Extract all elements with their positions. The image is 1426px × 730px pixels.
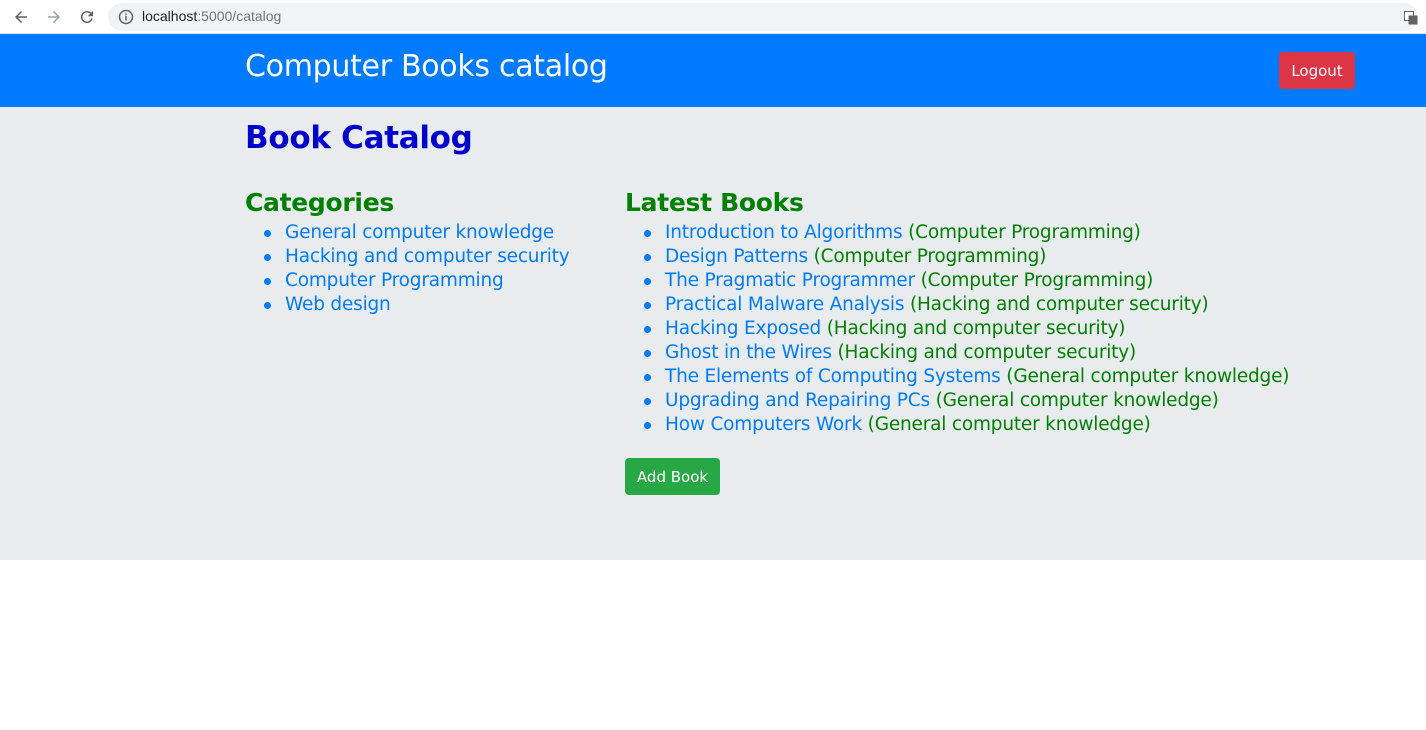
category-link[interactable]: Hacking and computer security xyxy=(285,246,570,267)
category-item: General computer knowledge xyxy=(245,221,615,245)
book-category: (Computer Programming) xyxy=(813,246,1047,267)
page-heading: Book Catalog xyxy=(245,120,473,156)
book-link[interactable]: Upgrading and Repairing PCs xyxy=(665,390,930,411)
book-item: The Pragmatic Programmer (Computer Progr… xyxy=(625,269,1385,293)
book-item: Ghost in the Wires (Hacking and computer… xyxy=(625,341,1385,365)
back-arrow-icon[interactable] xyxy=(9,5,33,29)
category-link[interactable]: Computer Programming xyxy=(285,270,504,291)
category-link[interactable]: General computer knowledge xyxy=(285,222,554,243)
latest-books-heading: Latest Books xyxy=(625,188,804,217)
book-link[interactable]: How Computers Work xyxy=(665,414,862,435)
book-link[interactable]: Ghost in the Wires xyxy=(665,342,832,363)
book-item: The Elements of Computing Systems (Gener… xyxy=(625,365,1385,389)
latest-books-list: Introduction to Algorithms (Computer Pro… xyxy=(625,221,1385,437)
logout-button[interactable]: Logout xyxy=(1279,52,1355,89)
url-path: :5000/catalog xyxy=(197,8,282,24)
book-category: (General computer knowledge) xyxy=(935,390,1219,411)
add-book-button[interactable]: Add Book xyxy=(625,458,720,495)
book-item: Practical Malware Analysis (Hacking and … xyxy=(625,293,1385,317)
categories-list: General computer knowledge Hacking and c… xyxy=(245,221,615,317)
book-item: Hacking Exposed (Hacking and computer se… xyxy=(625,317,1385,341)
book-category: (Hacking and computer security) xyxy=(909,294,1209,315)
latest-books-column: Latest Books Introduction to Algorithms … xyxy=(625,186,1385,495)
book-link[interactable]: Introduction to Algorithms xyxy=(665,222,903,243)
book-category: (Hacking and computer security) xyxy=(826,318,1126,339)
book-item: Design Patterns (Computer Programming) xyxy=(625,245,1385,269)
book-category: (General computer knowledge) xyxy=(1006,366,1290,387)
translate-icon[interactable] xyxy=(1404,11,1418,25)
book-item: Upgrading and Repairing PCs (General com… xyxy=(625,389,1385,413)
site-header: Computer Books catalog Logout xyxy=(0,34,1426,107)
book-link[interactable]: Hacking Exposed xyxy=(665,318,821,339)
categories-column: Categories General computer knowledge Ha… xyxy=(245,186,615,317)
book-category: (General computer knowledge) xyxy=(867,414,1151,435)
book-link[interactable]: Design Patterns xyxy=(665,246,808,267)
book-item: How Computers Work (General computer kno… xyxy=(625,413,1385,437)
main-content: Book Catalog Categories General computer… xyxy=(0,107,1426,560)
book-item: Introduction to Algorithms (Computer Pro… xyxy=(625,221,1385,245)
book-category: (Computer Programming) xyxy=(908,222,1141,243)
info-icon[interactable] xyxy=(118,9,134,25)
book-link[interactable]: The Pragmatic Programmer xyxy=(665,270,915,291)
category-link[interactable]: Web design xyxy=(285,294,391,315)
browser-toolbar: localhost:5000/catalog xyxy=(0,0,1426,34)
book-category: (Computer Programming) xyxy=(920,270,1154,291)
url-host: localhost xyxy=(142,8,198,24)
forward-arrow-icon[interactable] xyxy=(42,5,66,29)
category-item: Computer Programming xyxy=(245,269,615,293)
address-bar[interactable]: localhost:5000/catalog xyxy=(108,3,1418,31)
site-title[interactable]: Computer Books catalog xyxy=(245,49,608,84)
category-item: Web design xyxy=(245,293,615,317)
book-category: (Hacking and computer security) xyxy=(837,342,1136,363)
categories-heading: Categories xyxy=(245,188,394,217)
book-link[interactable]: The Elements of Computing Systems xyxy=(665,366,1001,387)
url-text[interactable]: localhost:5000/catalog xyxy=(142,8,281,24)
reload-icon[interactable] xyxy=(75,5,99,29)
category-item: Hacking and computer security xyxy=(245,245,615,269)
book-link[interactable]: Practical Malware Analysis xyxy=(665,294,904,315)
